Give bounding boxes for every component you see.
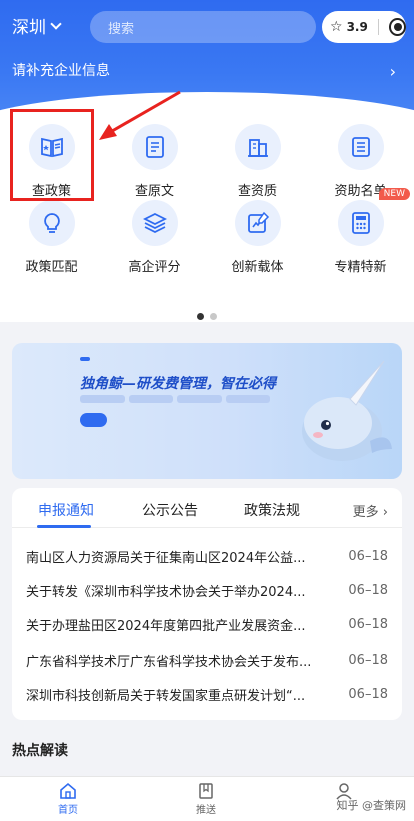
target-icon[interactable] — [388, 18, 406, 36]
home-icon — [60, 782, 76, 799]
chevron-down-icon — [50, 17, 62, 30]
banner-tag — [80, 357, 90, 361]
nav-home[interactable]: 首页 — [38, 781, 98, 816]
tab-policy-regulation[interactable]: 政策法规 — [244, 500, 300, 520]
promo-banner[interactable]: 独角鲸—研发费管理，智在必得 — [12, 343, 402, 479]
star-icon: ☆ — [330, 19, 343, 35]
red-arrow-annotation — [99, 90, 181, 140]
company-info-label: 请补充企业信息 — [12, 63, 110, 79]
tab-application-notice[interactable]: 申报通知 — [38, 500, 94, 520]
banner-subline — [80, 395, 270, 405]
building-icon — [234, 124, 281, 170]
calculator-icon — [337, 200, 384, 246]
carousel-dot-active[interactable] — [197, 313, 204, 320]
carousel-dots — [0, 313, 414, 320]
edit-chart-icon — [234, 200, 281, 246]
layers-icon — [131, 200, 178, 246]
notice-row[interactable]: 广东省科学技术厅广东省科学技术协会关于发布... 06–18 — [26, 648, 388, 672]
hot-topics-heading: 热点解读 — [12, 743, 68, 759]
notice-title: 南山区人力资源局关于征集南山区2024年公益... — [26, 550, 306, 566]
search-placeholder: 搜索 — [108, 21, 135, 37]
notice-title: 关于办理盐田区2024年度第四批产业发展资金... — [26, 618, 306, 634]
notice-title: 关于转发《深圳市科学技术协会关于举办2024... — [26, 584, 306, 600]
notice-tabs: 申报通知 公示公告 政策法规 更多 › — [12, 488, 402, 528]
banner-title: 独角鲸—研发费管理，智在必得 — [80, 376, 276, 392]
city-selector[interactable]: 深圳 — [12, 13, 62, 38]
notice-date: 06–18 — [348, 616, 388, 632]
notice-row[interactable]: 关于办理盐田区2024年度第四批产业发展资金... 06–18 — [26, 612, 388, 636]
rating-value: 3.9 — [346, 20, 368, 34]
grid-item-hightech-score[interactable]: 高企评分 — [103, 194, 206, 284]
lightbulb-icon — [28, 200, 75, 246]
rating-pill[interactable]: ☆ 3.9 — [322, 11, 406, 43]
nav-label: 推送 — [196, 805, 216, 816]
tab-underline — [37, 525, 91, 528]
highlight-box — [10, 109, 94, 201]
divider — [377, 19, 379, 35]
notice-date: 06–18 — [348, 652, 388, 668]
notices-panel: 申报通知 公示公告 政策法规 更多 › 南山区人力资源局关于征集南山区2024年… — [12, 488, 402, 720]
notice-date: 06–18 — [348, 686, 388, 702]
narwhal-mascot-icon — [302, 360, 392, 461]
notice-date: 06–18 — [348, 582, 388, 598]
notice-row[interactable]: 关于转发《深圳市科学技术协会关于举办2024... 06–18 — [26, 578, 388, 602]
chevron-right-icon: › — [389, 62, 396, 81]
grid-label: 高企评分 — [128, 260, 181, 275]
notice-row[interactable]: 深圳市科技创新局关于转发国家重点研发计划“... 06–18 — [26, 682, 388, 706]
carousel-dot[interactable] — [210, 313, 217, 320]
banner-button[interactable] — [80, 413, 108, 427]
grid-item-innovation-carrier[interactable]: 创新载体 — [206, 194, 309, 284]
tab-public-announcement[interactable]: 公示公告 — [142, 500, 198, 520]
more-link[interactable]: 更多 › — [353, 501, 388, 520]
more-label: 更多 — [352, 505, 379, 520]
new-badge: NEW — [378, 188, 410, 200]
nav-push[interactable]: 推送 — [176, 781, 236, 816]
notice-row[interactable]: 南山区人力资源局关于征集南山区2024年公益... 06–18 — [26, 544, 388, 568]
notice-title: 广东省科学技术厅广东省科学技术协会关于发布... — [26, 654, 312, 670]
grid-item-policy-match[interactable]: 政策匹配 — [0, 194, 103, 284]
grid-label: 政策匹配 — [25, 260, 78, 275]
company-info-prompt[interactable]: 请补充企业信息 › — [12, 60, 402, 82]
city-label: 深圳 — [12, 18, 46, 38]
grid-label: 专精特新 — [334, 260, 387, 275]
notice-date: 06–18 — [348, 548, 388, 564]
bookmark-icon — [199, 783, 213, 799]
watermark: 知乎 @查策网 — [336, 799, 407, 812]
notice-title: 深圳市科技创新局关于转发国家重点研发计划“... — [26, 688, 306, 704]
list-icon — [337, 124, 384, 170]
nav-label: 首页 — [58, 805, 78, 816]
grid-label: 创新载体 — [231, 260, 284, 275]
search-input[interactable]: 搜索 — [90, 11, 316, 43]
grid-item-specialized[interactable]: NEW 专精特新 — [309, 188, 412, 284]
